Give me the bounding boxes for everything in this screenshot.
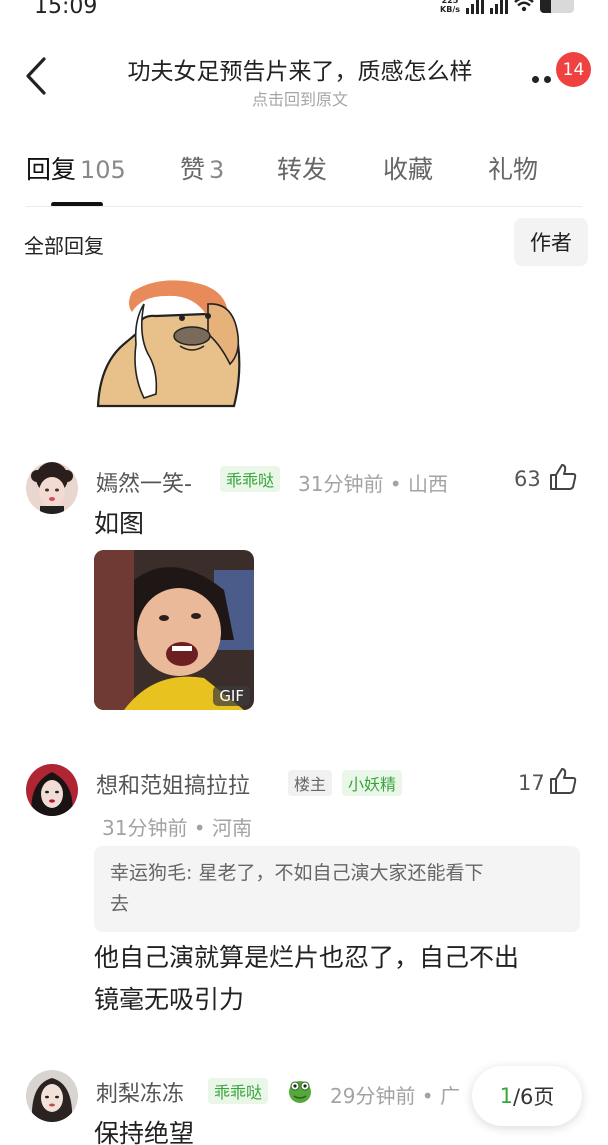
frog-badge-icon (289, 1081, 311, 1103)
more-dots-icon (532, 76, 539, 83)
status-bar: 15:09 225 KB/s (0, 0, 608, 22)
tab-likes[interactable]: 赞3 (180, 150, 224, 186)
back-to-post-link[interactable]: 点击回到原文 (80, 86, 520, 110)
more-menu-button[interactable] (532, 76, 556, 86)
tab-gifts[interactable]: 礼物 (488, 150, 538, 186)
tab-favorites[interactable]: 收藏 (383, 150, 433, 186)
wifi-icon (514, 0, 534, 12)
battery-icon (540, 0, 574, 13)
thread-title[interactable]: 功夫女足预告片来了，质感怎么样 (80, 52, 520, 86)
like-count: 17 (518, 771, 545, 795)
back-button[interactable] (20, 56, 52, 96)
reply-meta: 31分钟前 • 河南 (102, 816, 252, 840)
signal-icon (490, 0, 508, 14)
divider (26, 206, 582, 207)
avatar[interactable] (26, 462, 78, 514)
reply-text: 保持绝望 (94, 1119, 195, 1145)
chevron-left-icon (26, 57, 46, 95)
reply-meta: 31分钟前 • 山西 (298, 472, 448, 496)
thread-owner-badge: 楼主 (288, 770, 333, 796)
dog-sticker-image[interactable] (96, 274, 244, 414)
notification-badge[interactable]: 14 (556, 52, 591, 87)
avatar[interactable] (26, 1070, 78, 1122)
reply-text: 如图 (94, 509, 145, 538)
tab-bar: 回复 105 赞3 转发 收藏 礼物 (0, 150, 608, 208)
reply-gif-image[interactable]: GIF (94, 550, 254, 710)
author-only-button[interactable]: 作者 (514, 218, 588, 266)
network-speed: 225 KB/s (440, 0, 460, 14)
user-level-badge: 乖乖哒 (208, 1078, 269, 1104)
reply-item: 嫣然一笑- 乖乖哒 31分钟前 • 山西 63 如图 GIF (0, 458, 608, 728)
reply-text: 他自己演就算是烂片也忍了，自己不出 镜毫无吸引力 (94, 943, 520, 1014)
reply-meta: 29分钟前 • 广 (330, 1084, 460, 1108)
reply-item: 想和范姐搞拉拉 楼主 小妖精 17 31分钟前 • 河南 幸运狗毛: 星老了，不… (0, 762, 608, 1032)
replies-section-header: 全部回复 作者 (0, 218, 608, 268)
page-indicator-button[interactable]: 1/6页 (472, 1066, 582, 1126)
user-level-badge: 小妖精 (342, 770, 403, 796)
signal-icon (466, 0, 484, 14)
user-level-badge: 乖乖哒 (220, 466, 281, 492)
status-icons: 225 KB/s (440, 0, 574, 18)
reply-username[interactable]: 嫣然一笑- (96, 466, 192, 498)
tab-reposts[interactable]: 转发 (277, 150, 327, 186)
gif-badge: GIF (213, 686, 250, 706)
tab-replies[interactable]: 回复 105 (26, 150, 126, 186)
thumbs-up-icon[interactable] (548, 766, 578, 796)
thread-header: 功夫女足预告片来了，质感怎么样 点击回到原文 14 (0, 40, 608, 110)
avatar[interactable] (26, 764, 78, 816)
reply-username[interactable]: 刺梨冻冻 (96, 1076, 184, 1108)
reply-username[interactable]: 想和范姐搞拉拉 (96, 768, 250, 800)
quoted-reply[interactable]: 幸运狗毛: 星老了，不如自己演大家还能看下 去 (94, 846, 580, 932)
like-count: 63 (514, 467, 541, 491)
status-time: 15:09 (34, 0, 98, 19)
thumbs-up-icon[interactable] (548, 462, 578, 492)
all-replies-label: 全部回复 (24, 234, 104, 258)
